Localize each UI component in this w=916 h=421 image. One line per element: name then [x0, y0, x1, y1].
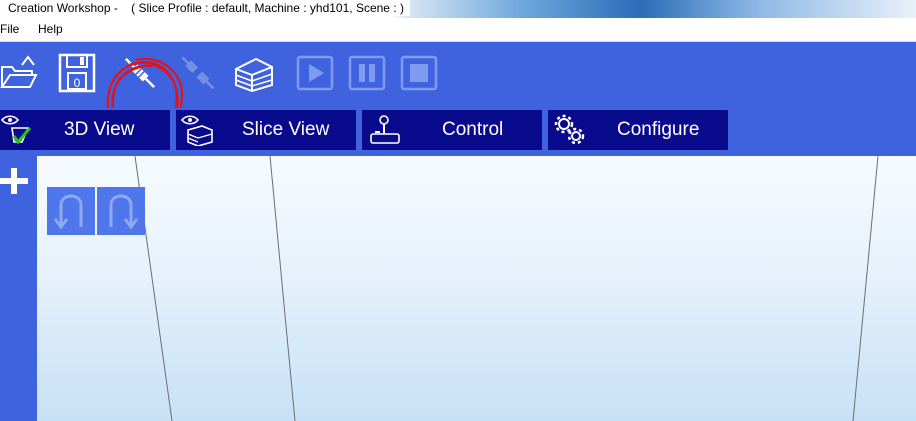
stop-button[interactable]	[398, 51, 442, 95]
open-folder-icon	[0, 55, 38, 88]
tab-configure[interactable]: Configure	[548, 110, 728, 150]
slice-button[interactable]	[232, 51, 276, 95]
save-disk-icon: 0	[58, 53, 96, 93]
pause-icon	[348, 55, 386, 91]
plus-icon	[0, 168, 28, 194]
redo-button[interactable]	[97, 187, 145, 235]
connect-plug-icon	[124, 57, 156, 89]
eye-layers-icon	[180, 114, 214, 146]
window-titlebar: Creation Workshop - ( Slice Profile : de…	[0, 0, 916, 18]
gears-icon	[554, 114, 588, 146]
undo-arrow-icon	[53, 194, 83, 230]
eye-cube-check-icon	[0, 114, 34, 146]
toolbar: 0	[0, 42, 916, 144]
disconnect-button[interactable]	[176, 51, 220, 95]
tab-control[interactable]: Control	[362, 110, 542, 150]
3d-viewport[interactable]	[37, 156, 916, 421]
build-platform-outline	[134, 156, 879, 421]
play-icon	[296, 55, 334, 91]
tab-slice-view[interactable]: Slice View	[176, 110, 356, 150]
window-title: Creation Workshop - ( Slice Profile : de…	[8, 0, 410, 16]
tab-slice-view-label: Slice View	[242, 119, 330, 140]
menu-bar: File Help	[0, 18, 916, 42]
open-button[interactable]	[0, 51, 44, 95]
joystick-icon	[368, 114, 402, 146]
add-object-button[interactable]	[0, 166, 30, 196]
menu-help[interactable]: Help	[38, 22, 63, 36]
connect-button[interactable]	[118, 51, 162, 95]
save-badge: 0	[74, 76, 81, 90]
disconnect-plug-icon	[181, 56, 215, 90]
stop-icon	[400, 55, 438, 91]
tab-3d-view[interactable]: 3D View	[0, 110, 170, 150]
tab-configure-label: Configure	[617, 119, 700, 140]
left-sidebar	[0, 156, 37, 421]
save-button[interactable]: 0	[56, 51, 100, 95]
undo-button[interactable]	[47, 187, 95, 235]
slice-layers-icon	[235, 57, 273, 93]
redo-arrow-icon	[109, 194, 139, 230]
tab-bar: 3D View Slice View Control Configure	[0, 108, 916, 156]
pause-button[interactable]	[346, 51, 390, 95]
tab-3d-view-label: 3D View	[64, 119, 135, 140]
play-button[interactable]	[294, 51, 338, 95]
menu-file[interactable]: File	[0, 22, 19, 36]
tab-control-label: Control	[442, 119, 504, 140]
